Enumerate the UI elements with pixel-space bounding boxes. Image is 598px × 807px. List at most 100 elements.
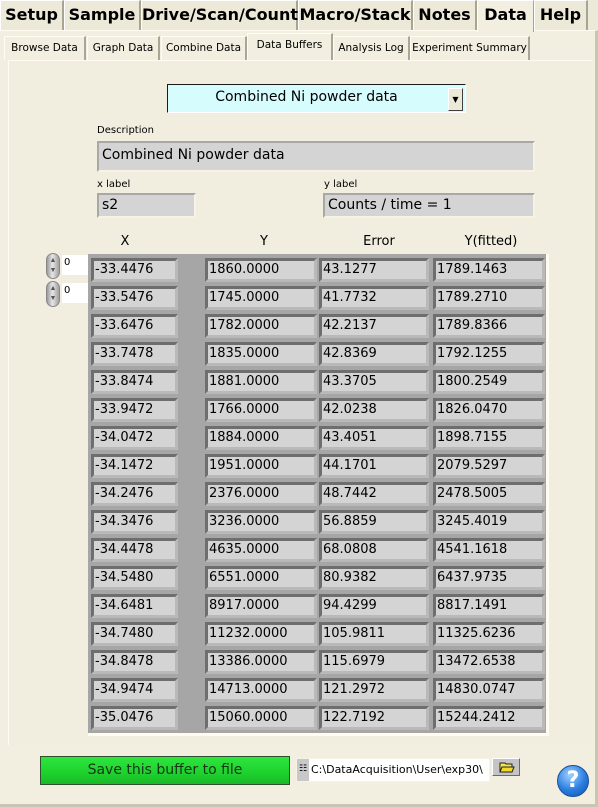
tab-analysis-log[interactable]: Analysis Log — [333, 36, 410, 60]
table-cell-x[interactable]: -35.0476 — [91, 706, 178, 730]
tab-macro-stack[interactable]: Macro/Stack — [298, 0, 413, 30]
table-cell-x[interactable]: -34.5480 — [91, 566, 178, 590]
table-cell-y-fitted[interactable]: 1898.7155 — [433, 426, 545, 450]
table-cell-error[interactable]: 115.6979 — [319, 650, 429, 674]
row-index-control[interactable]: ▲ ▼ 0 — [46, 253, 88, 279]
table-cell-y-fitted[interactable]: 13472.6538 — [433, 650, 545, 674]
table-cell-y[interactable]: 3236.0000 — [205, 510, 317, 534]
tab-setup[interactable]: Setup — [0, 0, 64, 30]
column-index-spinner[interactable]: ▲ ▼ — [46, 281, 60, 307]
table-cell-error[interactable]: 68.0808 — [319, 538, 429, 562]
table-cell-x[interactable]: -34.4478 — [91, 538, 178, 562]
table-cell-error[interactable]: 44.1701 — [319, 454, 429, 478]
table-cell-y[interactable]: 14713.0000 — [205, 678, 317, 702]
table-cell-x[interactable]: -34.2476 — [91, 482, 178, 506]
tab-help[interactable]: Help — [534, 0, 588, 30]
decrement-arrow-icon[interactable]: ▼ — [47, 266, 59, 276]
table-cell-error[interactable]: 42.8369 — [319, 342, 429, 366]
table-cell-x[interactable]: -33.4476 — [91, 258, 178, 282]
decrement-arrow-icon[interactable]: ▼ — [47, 294, 59, 304]
table-cell-y[interactable]: 13386.0000 — [205, 650, 317, 674]
x-label-field[interactable]: s2 — [97, 193, 196, 218]
table-cell-x[interactable]: -33.6476 — [91, 314, 178, 338]
file-path-field[interactable]: ☷ C:\DataAcquisition\User\exp30\ — [296, 758, 490, 782]
table-cell-error[interactable]: 42.0238 — [319, 398, 429, 422]
table-cell-y-fitted[interactable]: 1826.0470 — [433, 398, 545, 422]
tab-experiment-summary[interactable]: Experiment Summary — [410, 36, 530, 60]
table-cell-y[interactable]: 6551.0000 — [205, 566, 317, 590]
table-cell-y-fitted[interactable]: 1792.1255 — [433, 342, 545, 366]
tab-combine-data[interactable]: Combine Data — [161, 36, 247, 60]
table-cell-error[interactable]: 94.4299 — [319, 594, 429, 618]
buffer-selector[interactable]: Combined Ni powder data ▼ — [167, 84, 466, 113]
table-cell-y[interactable]: 1835.0000 — [205, 342, 317, 366]
table-cell-y-fitted[interactable]: 3245.4019 — [433, 510, 545, 534]
tab-drive-scan-count[interactable]: Drive/Scan/Count — [141, 0, 298, 30]
description-field[interactable]: Combined Ni powder data — [97, 141, 535, 172]
table-cell-error[interactable]: 42.2137 — [319, 314, 429, 338]
table-cell-y[interactable]: 1884.0000 — [205, 426, 317, 450]
tab-graph-data[interactable]: Graph Data — [87, 36, 160, 60]
table-cell-y-fitted[interactable]: 1789.2710 — [433, 286, 545, 310]
tab-browse-data[interactable]: Browse Data — [4, 36, 86, 60]
table-cell-y-fitted[interactable]: 6437.9735 — [433, 566, 545, 590]
table-cell-x[interactable]: -33.8474 — [91, 370, 178, 394]
table-cell-error[interactable]: 122.7192 — [319, 706, 429, 730]
column-index-value[interactable]: 0 — [62, 283, 88, 303]
table-cell-x[interactable]: -34.7480 — [91, 622, 178, 646]
table-cell-error[interactable]: 43.3705 — [319, 370, 429, 394]
table-cell-y[interactable]: 8917.0000 — [205, 594, 317, 618]
table-cell-y[interactable]: 1782.0000 — [205, 314, 317, 338]
table-cell-y[interactable]: 1745.0000 — [205, 286, 317, 310]
table-cell-y-fitted[interactable]: 2478.5005 — [433, 482, 545, 506]
table-cell-error[interactable]: 80.9382 — [319, 566, 429, 590]
table-cell-y[interactable]: 15060.0000 — [205, 706, 317, 730]
help-icon[interactable]: ? — [557, 765, 589, 797]
increment-arrow-icon[interactable]: ▲ — [47, 284, 59, 294]
dropdown-arrow-icon[interactable]: ▼ — [448, 88, 463, 111]
row-index-value[interactable]: 0 — [62, 255, 88, 275]
table-cell-y[interactable]: 4635.0000 — [205, 538, 317, 562]
browse-folder-button[interactable] — [492, 758, 520, 776]
save-buffer-button[interactable]: Save this buffer to file — [40, 756, 290, 785]
table-cell-y-fitted[interactable]: 2079.5297 — [433, 454, 545, 478]
table-cell-x[interactable]: -34.0472 — [91, 426, 178, 450]
table-cell-y-fitted[interactable]: 4541.1618 — [433, 538, 545, 562]
table-cell-y[interactable]: 1881.0000 — [205, 370, 317, 394]
y-label-field[interactable]: Counts / time = 1 — [323, 193, 535, 218]
table-cell-y-fitted[interactable]: 14830.0747 — [433, 678, 545, 702]
table-cell-y[interactable]: 1951.0000 — [205, 454, 317, 478]
table-cell-error[interactable]: 43.1277 — [319, 258, 429, 282]
table-cell-error[interactable]: 121.2972 — [319, 678, 429, 702]
tab-sample[interactable]: Sample — [64, 0, 141, 30]
table-cell-y-fitted[interactable]: 11325.6236 — [433, 622, 545, 646]
table-cell-x[interactable]: -33.9472 — [91, 398, 178, 422]
table-cell-y[interactable]: 11232.0000 — [205, 622, 317, 646]
table-cell-error[interactable]: 105.9811 — [319, 622, 429, 646]
table-cell-x[interactable]: -34.1472 — [91, 454, 178, 478]
row-index-spinner[interactable]: ▲ ▼ — [46, 253, 60, 279]
table-cell-y[interactable]: 2376.0000 — [205, 482, 317, 506]
table-cell-error[interactable]: 56.8859 — [319, 510, 429, 534]
table-cell-x[interactable]: -34.6481 — [91, 594, 178, 618]
table-cell-error[interactable]: 48.7442 — [319, 482, 429, 506]
table-cell-y-fitted[interactable]: 1789.8366 — [433, 314, 545, 338]
table-cell-error[interactable]: 43.4051 — [319, 426, 429, 450]
tab-data-buffers[interactable]: Data Buffers — [247, 33, 333, 60]
table-cell-y-fitted[interactable]: 1800.2549 — [433, 370, 545, 394]
table-cell-error[interactable]: 41.7732 — [319, 286, 429, 310]
increment-arrow-icon[interactable]: ▲ — [47, 256, 59, 266]
tab-data[interactable]: Data — [477, 0, 534, 32]
table-cell-y-fitted[interactable]: 1789.1463 — [433, 258, 545, 282]
column-index-control[interactable]: ▲ ▼ 0 — [46, 281, 88, 307]
table-cell-x[interactable]: -34.8478 — [91, 650, 178, 674]
table-cell-x[interactable]: -34.9474 — [91, 678, 178, 702]
table-cell-x[interactable]: -33.5476 — [91, 286, 178, 310]
table-cell-y[interactable]: 1860.0000 — [205, 258, 317, 282]
table-cell-y[interactable]: 1766.0000 — [205, 398, 317, 422]
tab-notes[interactable]: Notes — [413, 0, 477, 30]
table-cell-x[interactable]: -34.3476 — [91, 510, 178, 534]
table-cell-y-fitted[interactable]: 15244.2412 — [433, 706, 545, 730]
table-cell-y-fitted[interactable]: 8817.1491 — [433, 594, 545, 618]
table-cell-x[interactable]: -33.7478 — [91, 342, 178, 366]
